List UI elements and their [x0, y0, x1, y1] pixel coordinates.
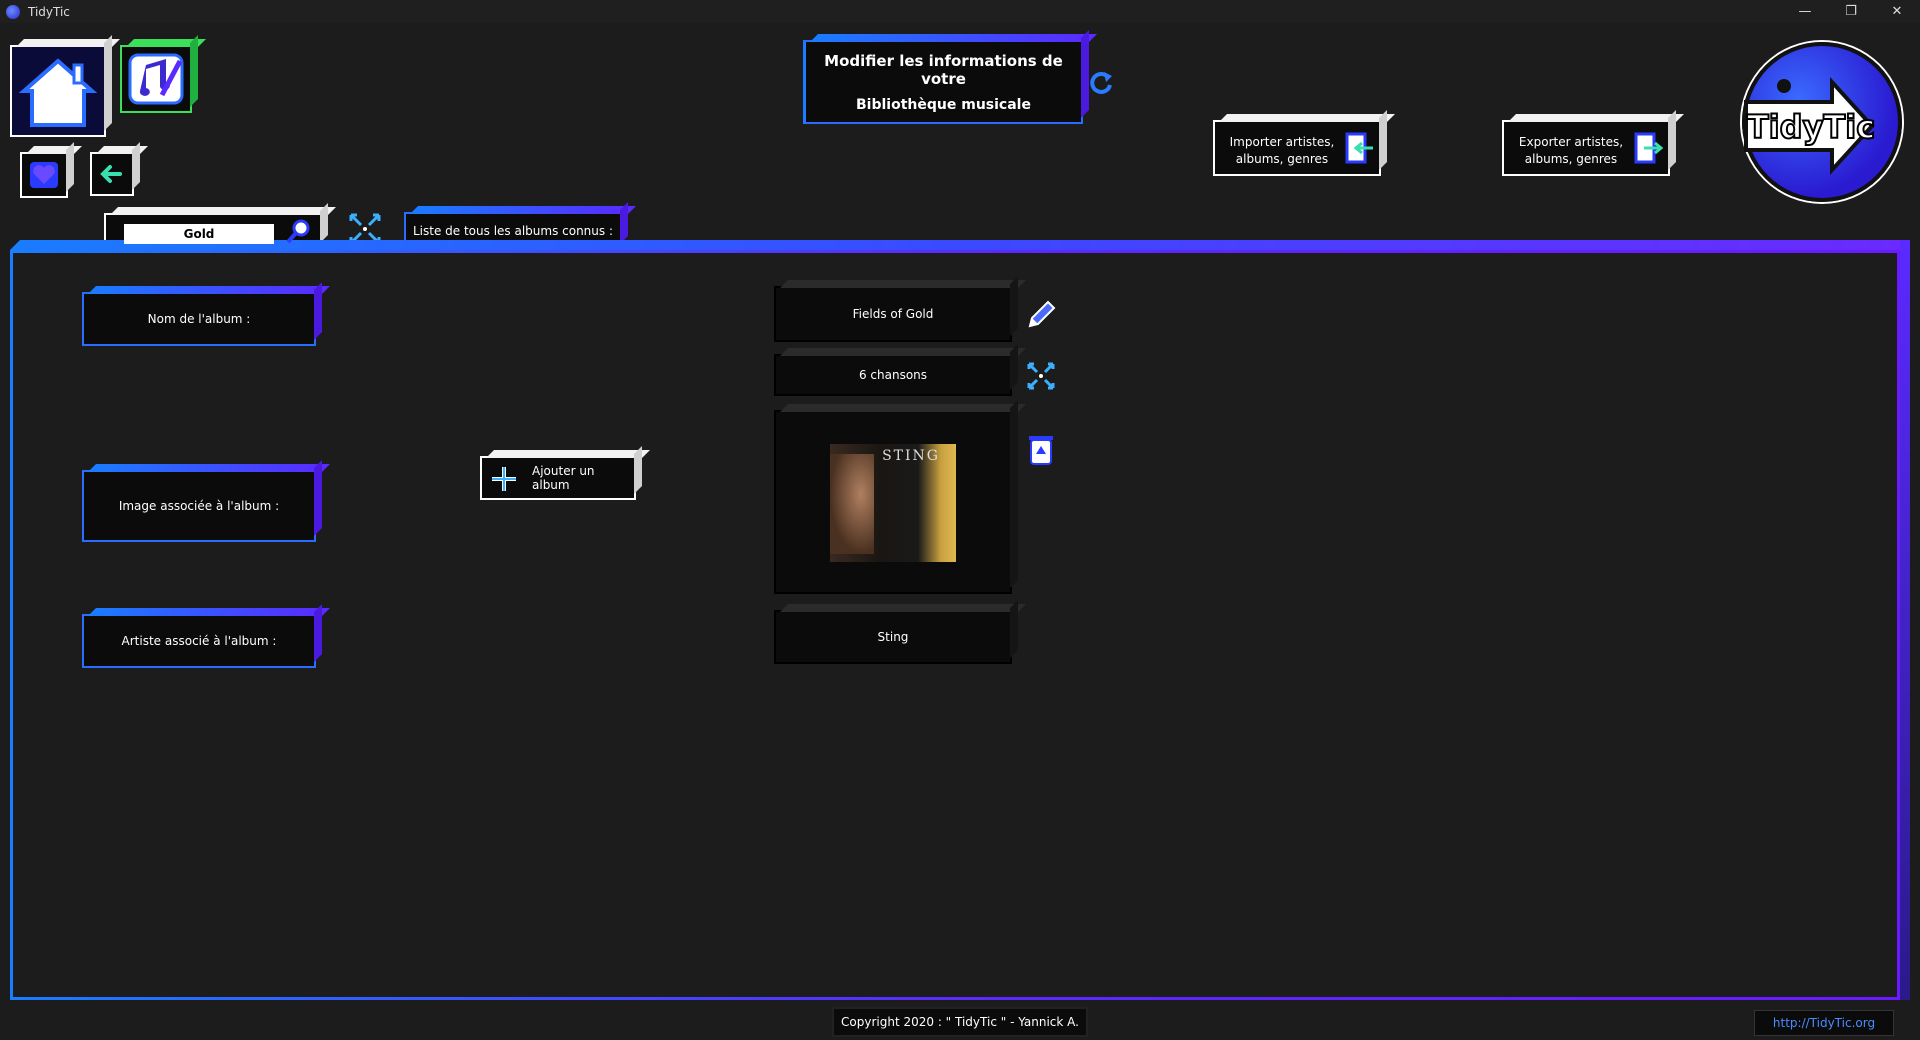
main-frame-right: [1900, 240, 1910, 1000]
export-icon: [1634, 132, 1664, 164]
import-icon: [1345, 132, 1373, 164]
album-image-label: Image associée à l'album :: [118, 498, 280, 513]
heart-icon: [30, 162, 58, 188]
tidytic-logo: TidyTic: [1742, 42, 1902, 202]
minimize-button[interactable]: —: [1782, 0, 1828, 23]
tab-album-list-label: Liste de tous les albums connus :: [412, 223, 614, 238]
footer-website-link[interactable]: http://TidyTic.org: [1754, 1010, 1894, 1036]
album-cover-face: [830, 454, 874, 554]
arrow-left-icon: [100, 165, 122, 183]
album-name-label-box: Nom de l'album :: [82, 292, 316, 346]
search-icon[interactable]: [284, 218, 312, 246]
album-artist-label-box: Artiste associé à l'album :: [82, 614, 316, 668]
back-button[interactable]: [90, 152, 134, 196]
app-icon: [6, 4, 20, 19]
expand-arrows-icon[interactable]: [1026, 361, 1056, 391]
restore-button[interactable]: ❐: [1828, 0, 1874, 23]
add-album-label: Ajouter un album: [532, 464, 595, 492]
music-note-edit-icon: [128, 53, 184, 105]
import-label: Importer artistes, albums, genres: [1229, 135, 1335, 166]
album-artist-value: Sting: [877, 629, 909, 644]
tab-album-list[interactable]: Liste de tous les albums connus :: [404, 212, 622, 250]
export-button[interactable]: Exporter artistes, albums, genres: [1502, 120, 1670, 176]
refresh-icon[interactable]: [1086, 68, 1116, 98]
home-icon: [18, 58, 98, 127]
import-button[interactable]: Importer artistes, albums, genres: [1213, 120, 1381, 176]
album-cover-text: STING: [882, 448, 940, 464]
album-image-label-box: Image associée à l'album :: [82, 470, 316, 542]
page-title-line1: Modifier les informations de votre: [824, 52, 1063, 88]
close-button[interactable]: ✕: [1874, 0, 1920, 23]
album-songs-value: 6 chansons: [858, 367, 928, 382]
page-title-line2: Bibliothèque musicale: [856, 97, 1031, 113]
logo-text: TidyTic: [1746, 107, 1876, 147]
add-album-button[interactable]: Ajouter un album: [480, 456, 636, 500]
album-artist-value-box: Sting: [774, 610, 1012, 664]
album-cover-image: STING: [830, 444, 956, 562]
album-name-value: Fields of Gold: [852, 306, 934, 321]
footer-copyright: Copyright 2020 : " TidyTic " - Yannick A…: [832, 1007, 1088, 1037]
window-title: TidyTic: [28, 4, 70, 19]
plus-icon: [492, 467, 516, 491]
album-artist-label: Artiste associé à l'album :: [121, 633, 277, 648]
trash-icon[interactable]: [1026, 432, 1056, 466]
favorites-button[interactable]: [20, 152, 68, 198]
window-titlebar: TidyTic — ❐ ✕: [0, 0, 1920, 23]
export-label: Exporter artistes, albums, genres: [1518, 135, 1624, 166]
pencil-edit-icon[interactable]: [1024, 298, 1058, 332]
music-library-button[interactable]: [120, 45, 192, 113]
home-button[interactable]: [10, 45, 106, 137]
page-title-box: Modifier les informations de votre Bibli…: [803, 40, 1083, 124]
album-songs-box: 6 chansons: [774, 354, 1012, 396]
album-name-value-box: Fields of Gold: [774, 286, 1012, 342]
window-controls: — ❐ ✕: [1782, 0, 1920, 23]
search-input[interactable]: [124, 224, 274, 244]
album-name-label: Nom de l'album :: [147, 311, 251, 326]
album-cover-box: STING: [774, 410, 1012, 594]
